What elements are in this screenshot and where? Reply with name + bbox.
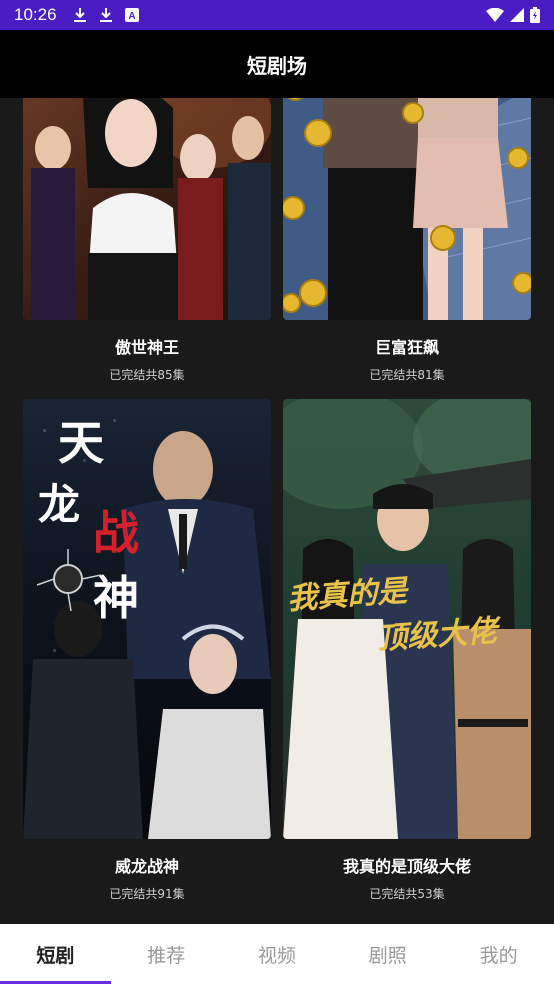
tab-mine[interactable]: 我的 xyxy=(443,924,554,984)
page-title: 短剧场 xyxy=(247,53,307,78)
tab-label: 推荐 xyxy=(147,944,186,967)
status-bar: 10:26 A xyxy=(0,0,554,30)
tab-label: 剧照 xyxy=(368,944,407,967)
tab-recommend[interactable]: 推荐 xyxy=(111,924,222,984)
tab-stills[interactable]: 剧照 xyxy=(332,924,443,984)
drama-card[interactable]: 天 龙 战 神 威龙战神 已完结共91集 xyxy=(23,399,271,902)
episode-count: 已完结共85集 xyxy=(109,368,185,382)
drama-title: 我真的是顶级大佬 xyxy=(342,857,471,876)
wifi-icon xyxy=(486,8,504,22)
svg-text:A: A xyxy=(128,11,135,22)
download-icon xyxy=(99,7,113,23)
signal-icon xyxy=(510,8,524,22)
drama-poster[interactable] xyxy=(283,98,531,320)
tab-short-drama[interactable]: 短剧 xyxy=(0,924,111,984)
drama-card[interactable]: 巨富狂飙 已完结共81集 xyxy=(283,98,531,383)
tab-label: 视频 xyxy=(257,944,296,967)
tab-label: 我的 xyxy=(479,944,518,967)
download-icon xyxy=(73,7,87,23)
app-bar: 短剧场 xyxy=(0,30,554,98)
drama-title: 威龙战神 xyxy=(114,857,179,876)
tab-video[interactable]: 视频 xyxy=(222,924,333,984)
a-app-icon: A xyxy=(124,8,139,22)
poster-title-char: 战 xyxy=(93,506,139,560)
poster-title-char: 龙 xyxy=(38,480,80,529)
drama-card[interactable]: 我真的是 顶级大佬 我真的是顶级大佬 已完结共53集 xyxy=(283,399,531,902)
drama-poster[interactable]: 天 龙 战 神 xyxy=(23,399,271,839)
poster-title-char: 神 xyxy=(93,571,139,625)
battery-icon xyxy=(530,7,540,23)
status-time: 10:26 xyxy=(14,5,57,24)
drama-title: 巨富狂飙 xyxy=(374,338,439,357)
drama-card[interactable]: 傲世神王 已完结共85集 xyxy=(23,98,271,383)
drama-grid[interactable]: 傲世神王 已完结共85集 巨富狂飙 已完结共81集 天 龙 战 神 威龙战神 已… xyxy=(0,98,554,924)
drama-poster[interactable]: 我真的是 顶级大佬 xyxy=(283,399,531,839)
bottom-nav: 短剧 推荐 视频 剧照 我的 xyxy=(0,924,554,984)
episode-count: 已完结共53集 xyxy=(369,887,445,901)
tab-label: 短剧 xyxy=(36,944,75,967)
poster-title-char: 天 xyxy=(58,416,104,470)
episode-count: 已完结共91集 xyxy=(109,887,185,901)
drama-poster[interactable] xyxy=(23,98,271,320)
drama-title: 傲世神王 xyxy=(114,338,179,357)
episode-count: 已完结共81集 xyxy=(369,368,445,382)
